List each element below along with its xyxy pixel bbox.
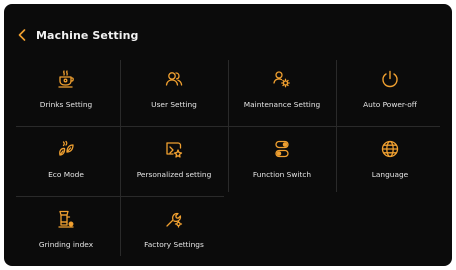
menu-item-eco-mode[interactable]: Eco Mode	[12, 126, 120, 196]
menu-item-user-setting[interactable]: User Setting	[120, 56, 228, 126]
power-icon	[379, 68, 401, 90]
menu-item-label: Personalized setting	[136, 170, 212, 179]
page-title: Machine Setting	[36, 28, 139, 42]
chevron-left-icon	[18, 29, 26, 41]
globe-icon	[379, 138, 401, 160]
menu-item-factory-settings[interactable]: Factory Settings	[120, 196, 228, 266]
wrench-gear-icon	[163, 208, 185, 230]
menu-item-label: Eco Mode	[48, 170, 84, 179]
menu-item-label: Function Switch	[252, 170, 312, 179]
grinder-icon	[55, 208, 77, 230]
menu-item-drinks-setting[interactable]: Drinks Setting	[12, 56, 120, 126]
settings-grid: Drinks Setting User Setting Maintenance …	[12, 56, 444, 266]
menu-item-label: Grinding index	[38, 240, 94, 249]
menu-item-label: User Setting	[151, 100, 197, 109]
maintenance-gear-icon	[271, 68, 293, 90]
menu-item-language[interactable]: Language	[336, 126, 444, 196]
menu-item-function-switch[interactable]: Function Switch	[228, 126, 336, 196]
toggle-switch-icon	[271, 138, 293, 160]
menu-item-label: Drinks Setting	[39, 100, 93, 109]
menu-item-auto-power-off[interactable]: Auto Power-off	[336, 56, 444, 126]
menu-item-label: Maintenance Setting	[243, 100, 321, 109]
eco-leaf-icon	[55, 138, 77, 160]
menu-item-grinding-index[interactable]: Grinding index	[12, 196, 120, 266]
menu-item-personalized-setting[interactable]: Personalized setting	[120, 126, 228, 196]
header: Machine Setting	[14, 24, 139, 46]
menu-item-label: Auto Power-off	[363, 100, 417, 109]
coffee-cup-icon	[55, 68, 77, 90]
menu-item-label: Factory Settings	[144, 240, 204, 249]
users-icon	[163, 68, 185, 90]
menu-item-maintenance-setting[interactable]: Maintenance Setting	[228, 56, 336, 126]
menu-item-label: Language	[371, 170, 409, 179]
machine-setting-screen: Machine Setting Drinks Setting User Sett…	[4, 4, 452, 266]
personalize-sparkle-icon	[163, 138, 185, 160]
back-button[interactable]	[14, 24, 30, 46]
